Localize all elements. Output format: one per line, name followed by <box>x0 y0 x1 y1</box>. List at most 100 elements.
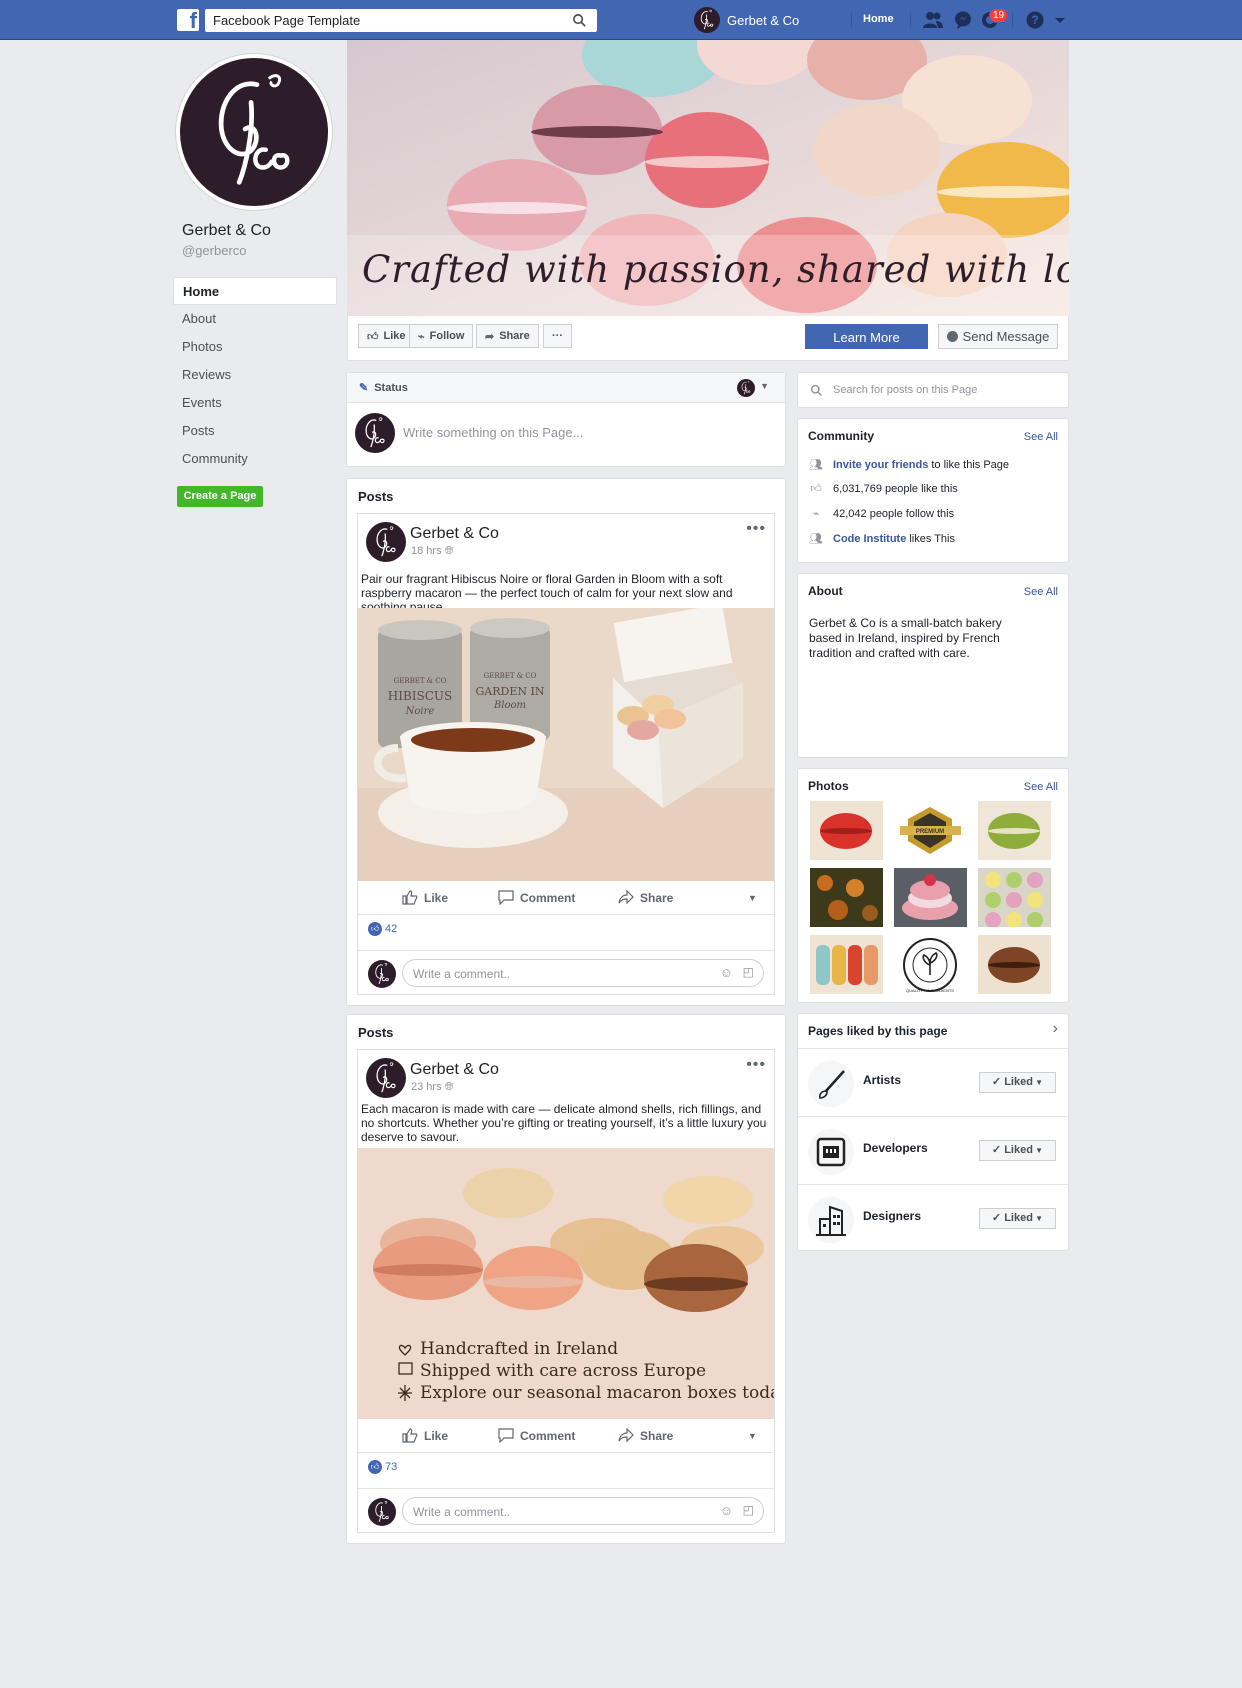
post-actions: Like Comment Share ▼ <box>358 881 774 915</box>
emoji-icon[interactable]: ☺ <box>720 965 733 980</box>
status-tab[interactable]: ✎ Status ▼ <box>347 373 785 403</box>
invite-friends-link[interactable]: Invite your friends <box>833 459 928 471</box>
posts-heading: Posts <box>358 489 394 504</box>
more-options-button[interactable]: ··· <box>543 324 572 348</box>
chevron-right-icon[interactable]: › <box>1053 1020 1058 1038</box>
comment-input[interactable]: Write a comment.. ☺ ◰ <box>402 959 764 987</box>
photo-thumbnail-red-macarons[interactable] <box>810 801 883 860</box>
nav-item-about[interactable]: About <box>173 305 337 333</box>
page-profile-picture[interactable] <box>176 54 332 210</box>
post-share-button[interactable]: Share <box>618 1428 673 1443</box>
post-options-icon[interactable]: ••• <box>746 520 766 538</box>
thumbs-up-icon: 👍︎ <box>810 483 822 495</box>
post-reaction-count[interactable]: 👍︎ 73 <box>368 1460 397 1474</box>
nav-item-reviews[interactable]: Reviews <box>173 361 337 389</box>
post-text: Each macaron is made with care — delicat… <box>361 1102 767 1144</box>
people-icon: 👥︎ <box>809 459 823 471</box>
comment-placeholder: Write a comment.. <box>413 1505 511 1519</box>
page-post-search-input[interactable]: Search for posts on this Page <box>797 372 1069 408</box>
search-input[interactable]: Facebook Page Template <box>205 9 597 32</box>
liked-button[interactable]: ✓ Liked ▼ <box>979 1140 1056 1161</box>
comment-input[interactable]: Write a comment.. ☺ ◰ <box>402 1497 764 1525</box>
like-page-button[interactable]: 👍︎ Like <box>358 324 415 348</box>
nav-item-photos[interactable]: Photos <box>173 333 337 361</box>
facebook-logo-icon[interactable]: f <box>177 8 199 33</box>
post-image-macarons[interactable]: Handcrafted in Ireland Shipped with care… <box>358 1148 774 1419</box>
post-timestamp[interactable]: 23 hrs 🌐︎ <box>411 1081 453 1094</box>
page-title[interactable]: Gerbet & Co <box>182 222 271 240</box>
check-icon: ✓ <box>991 1144 1005 1156</box>
photo-thumbnail-raspberry-macaron[interactable] <box>894 868 967 927</box>
friend-likes-text: likes This <box>909 532 955 545</box>
liked-page-name[interactable]: Artists <box>863 1073 901 1087</box>
chevron-down-icon[interactable]: ▼ <box>760 381 769 391</box>
photo-thumbnail-colorful-macarons[interactable] <box>810 935 883 994</box>
nav-item-events[interactable]: Events <box>173 389 337 417</box>
posts-heading: Posts <box>358 1025 394 1040</box>
share-options-chevron-down-icon[interactable]: ▼ <box>748 1431 757 1441</box>
post-image-tea-and-macarons[interactable]: GERBET & CO HIBISCUS Noire GERBET & CO G… <box>358 608 774 881</box>
post-comment-button[interactable]: Comment <box>498 1428 575 1443</box>
page-handle[interactable]: @gerberco <box>182 243 247 258</box>
send-message-button[interactable]: Send Message <box>938 324 1058 349</box>
about-text: Gerbet & Co is a small-batch bakery base… <box>809 616 1002 660</box>
post-likes-count: 73 <box>385 1461 398 1473</box>
nav-item-community[interactable]: Community <box>173 445 337 473</box>
liked-button[interactable]: ✓ Liked ▼ <box>979 1072 1056 1093</box>
share-options-chevron-down-icon[interactable]: ▼ <box>748 893 757 903</box>
about-see-all-link[interactable]: See All <box>1024 586 1058 598</box>
photos-title: Photos <box>808 779 849 793</box>
create-page-button[interactable]: Create a Page <box>177 486 263 507</box>
buildings-icon[interactable] <box>808 1197 854 1243</box>
post-timestamp[interactable]: 18 hrs 🌐︎ <box>411 545 453 558</box>
photo-thumbnail-green-macarons[interactable] <box>978 801 1051 860</box>
sticker-icon[interactable]: ◰ <box>743 965 754 979</box>
cover-photo[interactable]: Crafted with passion, shared with love <box>347 40 1069 316</box>
follow-page-button[interactable]: ⌁ Follow <box>409 324 474 348</box>
post-comment-button[interactable]: Comment <box>498 890 575 905</box>
help-icon[interactable]: ? <box>1024 10 1046 30</box>
liked-page-name[interactable]: Designers <box>863 1209 921 1223</box>
post-like-button[interactable]: Like <box>402 890 448 905</box>
liked-page-name[interactable]: Developers <box>863 1141 928 1155</box>
search-icon[interactable] <box>572 13 587 28</box>
post-author-name[interactable]: Gerbet & Co <box>410 1061 499 1079</box>
posting-as-avatar-icon[interactable] <box>737 379 755 397</box>
photo-thumbnail-chocolate-macarons[interactable] <box>978 935 1051 994</box>
photo-thumbnail-premium-badge[interactable]: PREMIUM <box>894 801 967 860</box>
nav-item-home[interactable]: Home <box>173 277 337 305</box>
post-like-button[interactable]: Like <box>402 1428 448 1443</box>
post-author-avatar-icon[interactable] <box>366 1058 406 1098</box>
paintbrush-icon[interactable] <box>808 1061 854 1107</box>
photo-thumbnail-macaron-tray[interactable] <box>978 868 1051 927</box>
photo-thumbnail-quality-badge[interactable]: QUALITY · INGREDIENTS <box>894 935 967 994</box>
nav-item-posts[interactable]: Posts <box>173 417 337 445</box>
photo-thumbnail-dried-flowers[interactable] <box>810 868 883 927</box>
page-likes-row: 👍︎ 6,031,769 people like this <box>809 482 958 496</box>
emoji-icon[interactable]: ☺ <box>720 1503 733 1518</box>
share-page-button[interactable]: ➦ Share <box>476 324 539 348</box>
community-see-all-link[interactable]: See All <box>1024 431 1058 443</box>
photos-see-all-link[interactable]: See All <box>1024 781 1058 793</box>
post-like-label: Like <box>424 1428 449 1443</box>
sticker-icon[interactable]: ◰ <box>743 1503 754 1517</box>
post-author-name[interactable]: Gerbet & Co <box>410 525 499 543</box>
friend-link[interactable]: Code Institute <box>833 533 906 545</box>
network-port-icon[interactable] <box>808 1129 854 1175</box>
messenger-icon[interactable] <box>952 10 974 30</box>
liked-button[interactable]: ✓ Liked ▼ <box>979 1208 1056 1229</box>
account-menu-chevron-down-icon[interactable] <box>1053 10 1067 30</box>
post-options-icon[interactable]: ••• <box>746 1056 766 1074</box>
friend-requests-icon[interactable] <box>922 10 944 30</box>
messenger-small-icon <box>946 331 958 342</box>
page-follows-text: 42,042 people follow this <box>833 507 955 520</box>
learn-more-button[interactable]: Learn More <box>805 324 928 349</box>
profile-avatar-icon <box>694 7 720 33</box>
post-reaction-count[interactable]: 👍︎ 42 <box>368 922 397 936</box>
home-link[interactable]: Home <box>863 13 894 25</box>
post-share-button[interactable]: Share <box>618 890 673 905</box>
post-author-avatar-icon[interactable] <box>366 522 406 562</box>
status-input[interactable]: Write something on this Page... <box>403 425 583 440</box>
page-navigation: Home About Photos Reviews Events Posts C… <box>173 277 337 473</box>
top-profile-link[interactable]: Gerbet & Co <box>694 7 799 33</box>
